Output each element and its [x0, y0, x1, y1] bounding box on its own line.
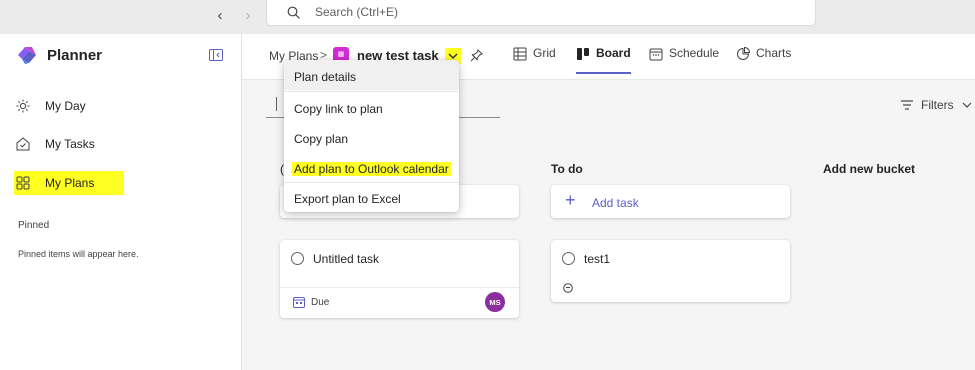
menu-item-plan-details[interactable]: Plan details	[284, 60, 459, 90]
collapse-sidebar-icon[interactable]	[209, 49, 223, 61]
comment-icon	[563, 283, 573, 293]
add-task-label: Add task	[592, 196, 639, 210]
tasks-icon	[14, 135, 32, 153]
forward-arrow-icon[interactable]: ›	[240, 8, 256, 24]
menu-item-export-excel[interactable]: Export plan to Excel	[284, 182, 459, 212]
complete-task-checkbox[interactable]	[291, 252, 304, 265]
grid-icon	[14, 174, 32, 192]
menu-item-label: Export plan to Excel	[294, 192, 401, 206]
chevron-down-icon	[962, 102, 972, 108]
app-title: Planner	[47, 47, 103, 64]
filters-label: Filters	[921, 98, 954, 112]
plus-icon: +	[565, 190, 576, 210]
sun-icon	[14, 97, 32, 115]
add-new-bucket-button[interactable]: Add new bucket	[823, 162, 915, 176]
avatar[interactable]: MS	[485, 292, 505, 312]
card-divider	[280, 287, 519, 288]
board-icon	[577, 48, 589, 60]
menu-item-copy-plan[interactable]: Copy plan	[284, 122, 459, 152]
calendar-icon	[649, 48, 663, 61]
filter-icon	[901, 100, 913, 110]
planner-logo-icon	[18, 47, 36, 64]
task-title: Untitled task	[313, 252, 380, 266]
title-bar: ‹ › Search (Ctrl+E)	[0, 0, 975, 34]
search-input[interactable]: Search (Ctrl+E)	[266, 0, 816, 26]
search-icon	[287, 6, 300, 19]
pinned-heading: Pinned	[18, 220, 50, 231]
sidebar: Planner My Day My Tasks My Plans Pinned …	[0, 34, 242, 370]
due-label[interactable]: Due	[311, 297, 329, 308]
menu-item-copy-link[interactable]: Copy link to plan	[284, 92, 459, 122]
tab-label: Schedule	[669, 46, 720, 60]
menu-item-label: Plan details	[294, 70, 357, 84]
tab-grid[interactable]: Grid	[513, 46, 556, 80]
sidebar-item-my-day[interactable]: My Day	[14, 94, 229, 118]
filters-button[interactable]: Filters	[900, 98, 972, 112]
search-placeholder: Search (Ctrl+E)	[315, 5, 399, 19]
task-title: test1	[584, 252, 611, 266]
tab-charts[interactable]: Charts	[736, 46, 791, 80]
sidebar-item-my-tasks[interactable]: My Tasks	[14, 132, 229, 156]
task-card[interactable]: test1	[551, 240, 790, 302]
tab-schedule[interactable]: Schedule	[649, 46, 719, 80]
tab-label: Charts	[756, 46, 792, 60]
sidebar-item-label: My Plans	[45, 176, 95, 190]
plan-options-menu: Plan details Copy link to plan Copy plan…	[284, 60, 459, 212]
menu-item-label: Copy link to plan	[294, 102, 383, 116]
tab-board[interactable]: Board	[576, 46, 631, 80]
pin-icon[interactable]	[470, 49, 483, 62]
due-calendar-icon	[293, 297, 305, 308]
menu-item-label: Copy plan	[294, 132, 349, 146]
back-arrow-icon[interactable]: ‹	[212, 8, 228, 24]
complete-task-checkbox[interactable]	[562, 252, 575, 265]
tab-label: Board	[596, 46, 631, 60]
task-card[interactable]: Untitled task Due MS	[280, 240, 519, 318]
charts-icon	[737, 47, 750, 60]
tab-label: Grid	[533, 46, 556, 60]
bucket-title-to-do[interactable]: To do	[551, 162, 583, 176]
menu-item-label: Add plan to Outlook calendar	[292, 162, 451, 176]
grid-table-icon	[513, 47, 527, 61]
menu-item-add-to-outlook[interactable]: Add plan to Outlook calendar	[284, 152, 459, 182]
sidebar-item-my-plans[interactable]: My Plans	[14, 171, 124, 195]
pinned-empty-text: Pinned items will appear here.	[18, 249, 139, 259]
sidebar-item-label: My Day	[45, 99, 86, 113]
sidebar-item-label: My Tasks	[45, 137, 95, 151]
add-task-button[interactable]: + Add task	[551, 185, 790, 218]
